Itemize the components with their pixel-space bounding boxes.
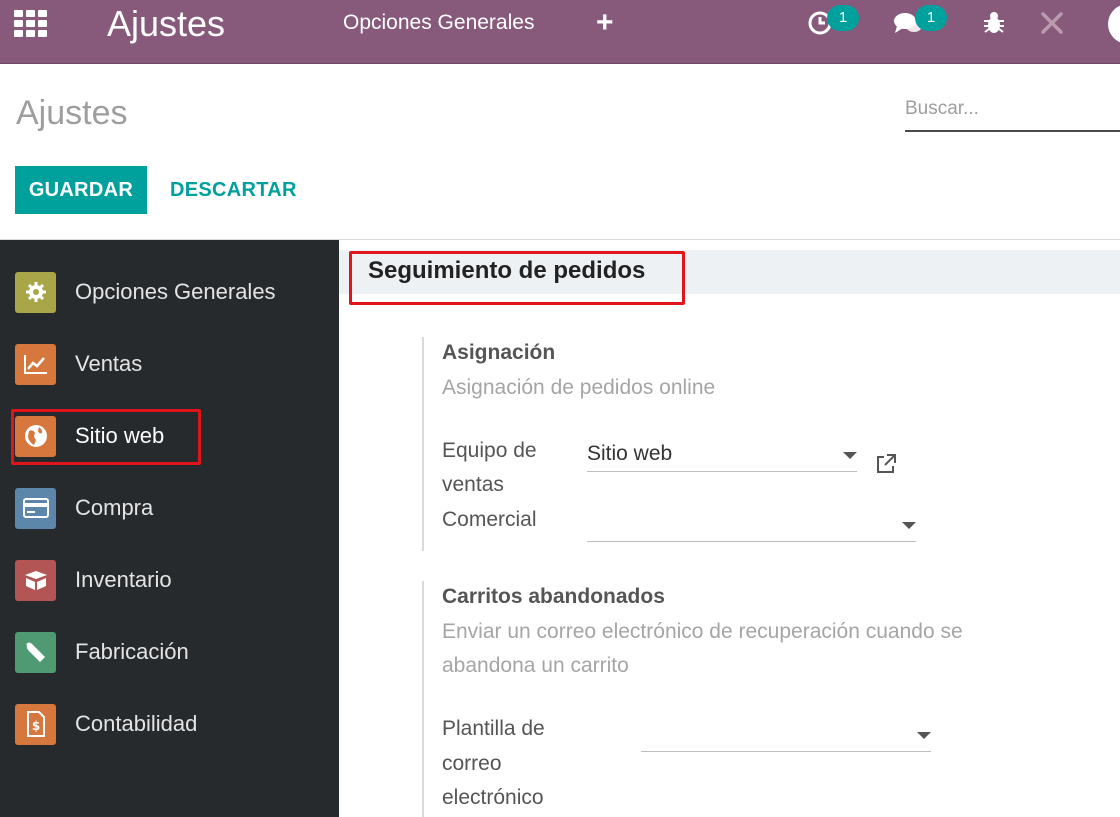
sidebar-item-contabilidad[interactable]: $ Contabilidad bbox=[0, 694, 339, 754]
setting-description-line2: abandona un carrito bbox=[442, 654, 629, 677]
wrench-icon bbox=[15, 631, 56, 673]
settings-sidebar: Opciones Generales Ventas Sitio web Comp… bbox=[0, 240, 339, 817]
discard-button[interactable]: DESCARTAR bbox=[170, 166, 297, 214]
field-label-template-line3: electrónico bbox=[442, 786, 544, 809]
box-icon bbox=[15, 559, 56, 601]
sidebar-item-compra[interactable]: Compra bbox=[0, 478, 339, 538]
invoice-icon: $ bbox=[15, 703, 56, 745]
sales-team-value: Sitio web bbox=[587, 442, 673, 465]
setting-description: Asignación de pedidos online bbox=[442, 376, 716, 399]
bug-icon bbox=[984, 12, 1004, 33]
field-label-template-line1: Plantilla de bbox=[442, 717, 545, 740]
user-avatar[interactable] bbox=[1108, 4, 1120, 44]
chevron-down-icon bbox=[902, 522, 916, 529]
sidebar-item-label: Ventas bbox=[75, 351, 143, 376]
activity-count-badge: 1 bbox=[827, 5, 859, 31]
sidebar-item-label: Fabricación bbox=[75, 639, 189, 664]
sidebar-item-inventario[interactable]: Inventario bbox=[0, 550, 339, 610]
sidebar-item-ventas[interactable]: Ventas bbox=[0, 334, 339, 394]
setting-divider bbox=[422, 581, 424, 817]
page-title: Ajustes bbox=[16, 94, 128, 132]
setting-description-line1: Enviar un correo electrónico de recupera… bbox=[442, 620, 963, 643]
card-icon bbox=[15, 487, 56, 529]
menu-opciones-generales[interactable]: Opciones Generales bbox=[343, 11, 534, 35]
debug-icon[interactable] bbox=[983, 8, 1005, 38]
messages-count-badge: 1 bbox=[915, 5, 947, 31]
chevron-down-icon bbox=[843, 452, 857, 459]
field-label-salesperson: Comercial bbox=[442, 508, 537, 531]
highlight-box-section-title bbox=[349, 251, 685, 305]
search-box[interactable] bbox=[905, 94, 1120, 132]
sales-team-select[interactable]: Sitio web bbox=[587, 438, 857, 472]
highlight-box-sitio-web bbox=[11, 409, 201, 465]
field-label-team-line2: ventas bbox=[442, 473, 504, 496]
external-link-icon[interactable] bbox=[874, 452, 898, 476]
setting-divider bbox=[422, 337, 424, 551]
apps-menu-icon[interactable] bbox=[14, 10, 48, 37]
field-label-template-line2: correo bbox=[442, 752, 502, 775]
sidebar-item-label: Compra bbox=[75, 495, 154, 520]
sidebar-item-label: Inventario bbox=[75, 567, 172, 592]
email-template-select[interactable] bbox=[641, 718, 931, 752]
svg-text:$: $ bbox=[31, 719, 39, 733]
search-input[interactable] bbox=[905, 94, 1120, 124]
gear-icon bbox=[15, 271, 56, 313]
cross-tools-icon bbox=[1041, 12, 1063, 34]
sidebar-item-opciones-generales[interactable]: Opciones Generales bbox=[0, 262, 339, 322]
add-menu-icon[interactable]: + bbox=[596, 3, 614, 43]
save-button[interactable]: GUARDAR bbox=[15, 166, 147, 214]
salesperson-select[interactable] bbox=[587, 508, 916, 542]
field-label-team-line1: Equipo de bbox=[442, 439, 537, 462]
top-navbar: Ajustes Opciones Generales + 1 1 bbox=[0, 0, 1120, 64]
chart-icon bbox=[15, 343, 56, 385]
sidebar-item-label: Opciones Generales bbox=[75, 279, 276, 304]
setting-title-asignacion: Asignación bbox=[442, 341, 556, 364]
sidebar-item-label: Contabilidad bbox=[75, 711, 198, 736]
setting-title-carritos: Carritos abandonados bbox=[442, 585, 665, 608]
sidebar-item-fabricacion[interactable]: Fabricación bbox=[0, 622, 339, 682]
app-brand[interactable]: Ajustes bbox=[107, 3, 225, 45]
tools-icon[interactable] bbox=[1040, 8, 1064, 38]
chevron-down-icon bbox=[917, 732, 931, 739]
